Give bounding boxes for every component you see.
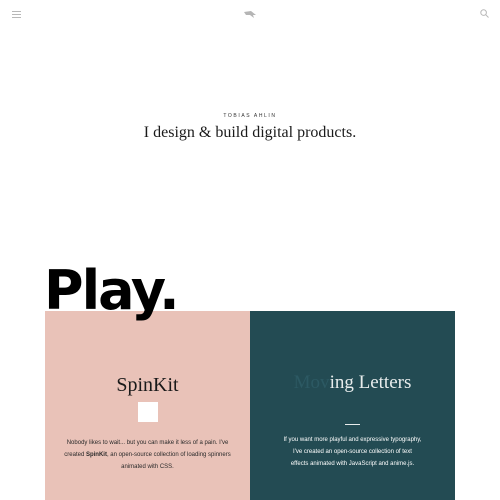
spinkit-title: SpinKit xyxy=(116,374,179,396)
hamburger-menu-icon[interactable] xyxy=(12,11,21,19)
moving-letters-card[interactable]: Moving Letters If you want more playful … xyxy=(250,311,455,500)
bird-logo-icon[interactable] xyxy=(243,9,257,19)
search-icon[interactable] xyxy=(480,9,489,18)
author-name: TOBIAS AHLIN xyxy=(223,113,277,119)
page-tagline: I design & build digital products. xyxy=(143,124,357,141)
spinkit-name: SpinKit xyxy=(85,452,107,458)
spinner-square xyxy=(138,402,158,422)
play-section-heading: Play. xyxy=(44,259,180,322)
moving-letters-title: Moving Letters xyxy=(293,372,412,393)
moving-letters-description: If you want more playful and expressive … xyxy=(283,437,422,467)
spinkit-card[interactable]: SpinKit Nobody likes to wait... but you … xyxy=(45,311,250,500)
title-underline xyxy=(345,424,360,425)
spinkit-description: Nobody likes to wait... but you can make… xyxy=(64,440,231,470)
